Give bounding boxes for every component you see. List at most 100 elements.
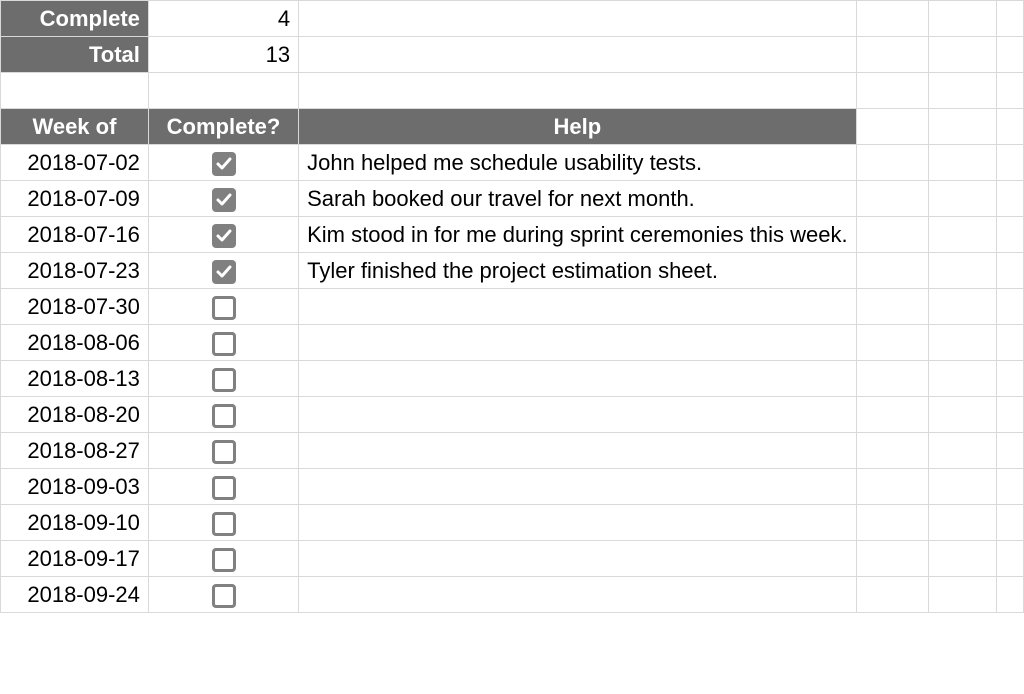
help-cell[interactable] bbox=[299, 433, 856, 469]
empty-cell[interactable] bbox=[929, 433, 997, 469]
help-cell[interactable]: Kim stood in for me during sprint ceremo… bbox=[299, 217, 856, 253]
complete-cell[interactable] bbox=[148, 505, 298, 541]
empty-cell[interactable] bbox=[996, 433, 1023, 469]
empty-cell[interactable] bbox=[996, 37, 1023, 73]
week-cell[interactable]: 2018-07-02 bbox=[1, 145, 149, 181]
empty-cell[interactable] bbox=[929, 361, 997, 397]
complete-cell[interactable] bbox=[148, 289, 298, 325]
empty-cell[interactable] bbox=[996, 109, 1023, 145]
empty-cell[interactable] bbox=[996, 289, 1023, 325]
checkbox-unchecked-icon[interactable] bbox=[212, 296, 236, 320]
empty-cell[interactable] bbox=[929, 541, 997, 577]
complete-cell[interactable] bbox=[148, 217, 298, 253]
empty-cell[interactable] bbox=[856, 1, 929, 37]
empty-cell[interactable] bbox=[996, 181, 1023, 217]
empty-cell[interactable] bbox=[299, 37, 856, 73]
complete-cell[interactable] bbox=[148, 433, 298, 469]
complete-cell[interactable] bbox=[148, 577, 298, 613]
empty-cell[interactable] bbox=[996, 541, 1023, 577]
week-cell[interactable]: 2018-07-16 bbox=[1, 217, 149, 253]
spreadsheet[interactable]: Complete 4 Total 13 Week of Complete? He… bbox=[0, 0, 1024, 613]
week-cell[interactable]: 2018-08-27 bbox=[1, 433, 149, 469]
empty-cell[interactable] bbox=[856, 73, 929, 109]
week-cell[interactable]: 2018-07-30 bbox=[1, 289, 149, 325]
empty-cell[interactable] bbox=[856, 253, 929, 289]
checkbox-checked-icon[interactable] bbox=[212, 152, 236, 176]
empty-cell[interactable] bbox=[856, 541, 929, 577]
checkbox-unchecked-icon[interactable] bbox=[212, 548, 236, 572]
week-cell[interactable]: 2018-08-13 bbox=[1, 361, 149, 397]
help-cell[interactable] bbox=[299, 397, 856, 433]
empty-cell[interactable] bbox=[856, 469, 929, 505]
help-cell[interactable] bbox=[299, 541, 856, 577]
empty-cell[interactable] bbox=[856, 181, 929, 217]
summary-complete-label[interactable]: Complete bbox=[1, 1, 149, 37]
empty-cell[interactable] bbox=[856, 145, 929, 181]
checkbox-unchecked-icon[interactable] bbox=[212, 440, 236, 464]
empty-cell[interactable] bbox=[996, 469, 1023, 505]
week-cell[interactable]: 2018-08-20 bbox=[1, 397, 149, 433]
header-help[interactable]: Help bbox=[299, 109, 856, 145]
checkbox-checked-icon[interactable] bbox=[212, 260, 236, 284]
help-cell[interactable]: Tyler finished the project estimation sh… bbox=[299, 253, 856, 289]
empty-cell[interactable] bbox=[856, 577, 929, 613]
complete-cell[interactable] bbox=[148, 145, 298, 181]
week-cell[interactable]: 2018-07-23 bbox=[1, 253, 149, 289]
week-cell[interactable]: 2018-09-10 bbox=[1, 505, 149, 541]
checkbox-unchecked-icon[interactable] bbox=[212, 368, 236, 392]
summary-total-label[interactable]: Total bbox=[1, 37, 149, 73]
empty-cell[interactable] bbox=[929, 181, 997, 217]
week-cell[interactable]: 2018-08-06 bbox=[1, 325, 149, 361]
complete-cell[interactable] bbox=[148, 469, 298, 505]
checkbox-checked-icon[interactable] bbox=[212, 224, 236, 248]
empty-cell[interactable] bbox=[856, 397, 929, 433]
week-cell[interactable]: 2018-09-17 bbox=[1, 541, 149, 577]
empty-cell[interactable] bbox=[996, 505, 1023, 541]
empty-cell[interactable] bbox=[929, 505, 997, 541]
empty-cell[interactable] bbox=[929, 577, 997, 613]
header-week[interactable]: Week of bbox=[1, 109, 149, 145]
complete-cell[interactable] bbox=[148, 541, 298, 577]
empty-cell[interactable] bbox=[856, 361, 929, 397]
week-cell[interactable]: 2018-07-09 bbox=[1, 181, 149, 217]
checkbox-checked-icon[interactable] bbox=[212, 188, 236, 212]
empty-cell[interactable] bbox=[299, 1, 856, 37]
empty-cell[interactable] bbox=[148, 73, 298, 109]
help-cell[interactable] bbox=[299, 325, 856, 361]
empty-cell[interactable] bbox=[1, 73, 149, 109]
empty-cell[interactable] bbox=[929, 73, 997, 109]
complete-cell[interactable] bbox=[148, 361, 298, 397]
empty-cell[interactable] bbox=[929, 1, 997, 37]
empty-cell[interactable] bbox=[929, 325, 997, 361]
complete-cell[interactable] bbox=[148, 253, 298, 289]
empty-cell[interactable] bbox=[929, 289, 997, 325]
empty-cell[interactable] bbox=[929, 109, 997, 145]
empty-cell[interactable] bbox=[996, 217, 1023, 253]
empty-cell[interactable] bbox=[929, 253, 997, 289]
empty-cell[interactable] bbox=[996, 325, 1023, 361]
empty-cell[interactable] bbox=[929, 397, 997, 433]
empty-cell[interactable] bbox=[996, 1, 1023, 37]
help-cell[interactable]: Sarah booked our travel for next month. bbox=[299, 181, 856, 217]
empty-cell[interactable] bbox=[929, 217, 997, 253]
empty-cell[interactable] bbox=[996, 577, 1023, 613]
empty-cell[interactable] bbox=[996, 361, 1023, 397]
complete-cell[interactable] bbox=[148, 397, 298, 433]
empty-cell[interactable] bbox=[996, 73, 1023, 109]
empty-cell[interactable] bbox=[856, 289, 929, 325]
empty-cell[interactable] bbox=[856, 109, 929, 145]
help-cell[interactable] bbox=[299, 577, 856, 613]
complete-cell[interactable] bbox=[148, 325, 298, 361]
empty-cell[interactable] bbox=[996, 397, 1023, 433]
header-complete[interactable]: Complete? bbox=[148, 109, 298, 145]
summary-complete-value[interactable]: 4 bbox=[148, 1, 298, 37]
complete-cell[interactable] bbox=[148, 181, 298, 217]
empty-cell[interactable] bbox=[856, 325, 929, 361]
week-cell[interactable]: 2018-09-03 bbox=[1, 469, 149, 505]
help-cell[interactable] bbox=[299, 469, 856, 505]
summary-total-value[interactable]: 13 bbox=[148, 37, 298, 73]
checkbox-unchecked-icon[interactable] bbox=[212, 404, 236, 428]
empty-cell[interactable] bbox=[856, 217, 929, 253]
help-cell[interactable]: John helped me schedule usability tests. bbox=[299, 145, 856, 181]
help-cell[interactable] bbox=[299, 361, 856, 397]
